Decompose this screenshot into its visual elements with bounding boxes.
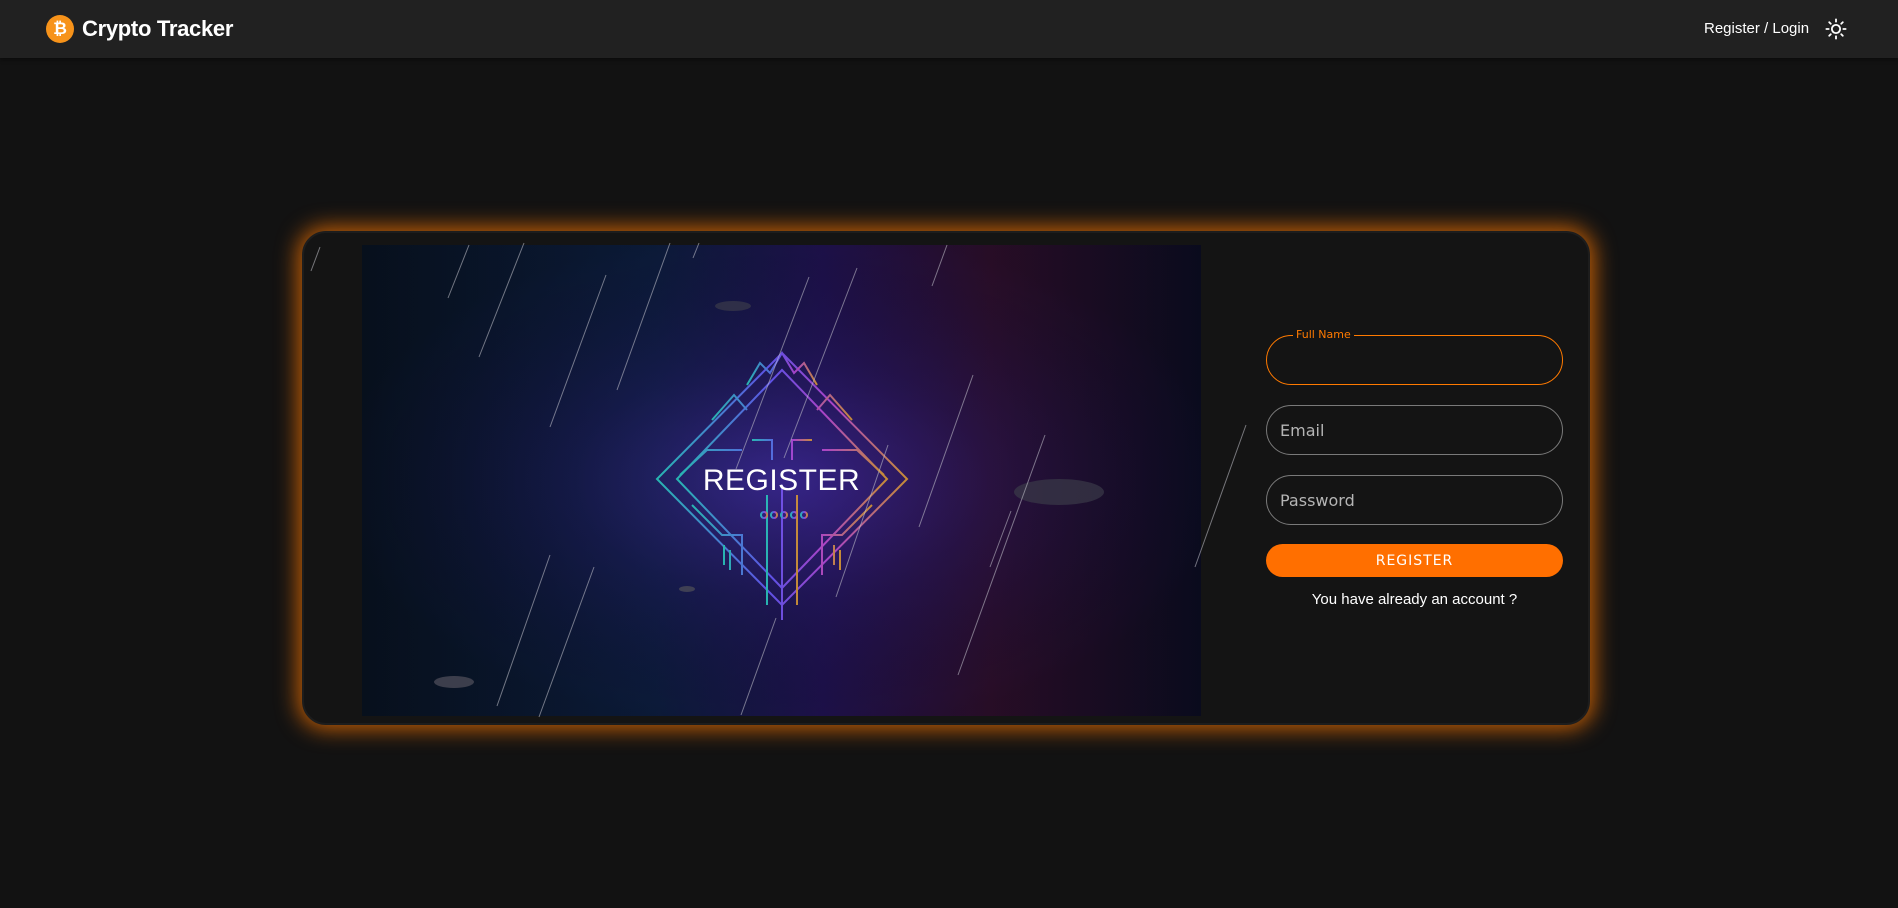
email-input[interactable] — [1267, 406, 1562, 454]
register-card: REGISTER Full Name Email REGISTER You ha… — [302, 231, 1590, 725]
register-login-link[interactable]: Register / Login — [1704, 20, 1809, 37]
password-field[interactable] — [1266, 475, 1563, 525]
bitcoin-icon: ₿ — [46, 15, 74, 43]
register-button[interactable]: REGISTER — [1266, 544, 1563, 577]
full-name-input[interactable] — [1267, 336, 1562, 384]
brand[interactable]: ₿ Crypto Tracker — [46, 15, 233, 43]
hero-image: REGISTER — [362, 245, 1201, 716]
already-have-account-link[interactable]: You have already an account ? — [1266, 591, 1563, 608]
register-form: Full Name REGISTER You have already an a… — [1266, 328, 1563, 608]
top-app-bar: ₿ Crypto Tracker Register / Login — [0, 0, 1898, 58]
full-name-field[interactable]: Full Name — [1266, 328, 1563, 385]
email-field[interactable] — [1266, 405, 1563, 455]
password-input[interactable] — [1267, 476, 1562, 524]
brand-title: Crypto Tracker — [82, 16, 234, 41]
hero-title: REGISTER — [702, 464, 861, 497]
sun-icon[interactable] — [1825, 18, 1847, 40]
